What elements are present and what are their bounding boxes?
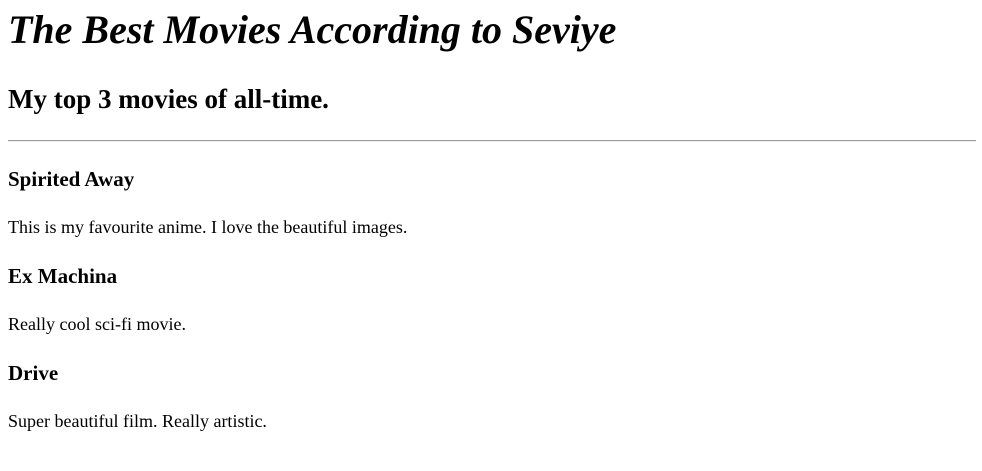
movie-title: Drive (8, 361, 59, 385)
page: The Best Movies According to Seviye My t… (0, 0, 982, 471)
movie-title: Ex Machina (8, 264, 118, 288)
movie-description: This is my favourite anime. I love the b… (8, 217, 408, 237)
movie-description: Super beautiful film. Really artistic. (8, 411, 267, 431)
divider (8, 140, 976, 142)
movie-description: Really cool sci-fi movie. (8, 314, 186, 334)
page-title: The Best Movies According to Seviye (8, 7, 617, 52)
movie-title: Spirited Away (8, 167, 135, 191)
page-subtitle: My top 3 movies of all-time. (8, 84, 329, 114)
